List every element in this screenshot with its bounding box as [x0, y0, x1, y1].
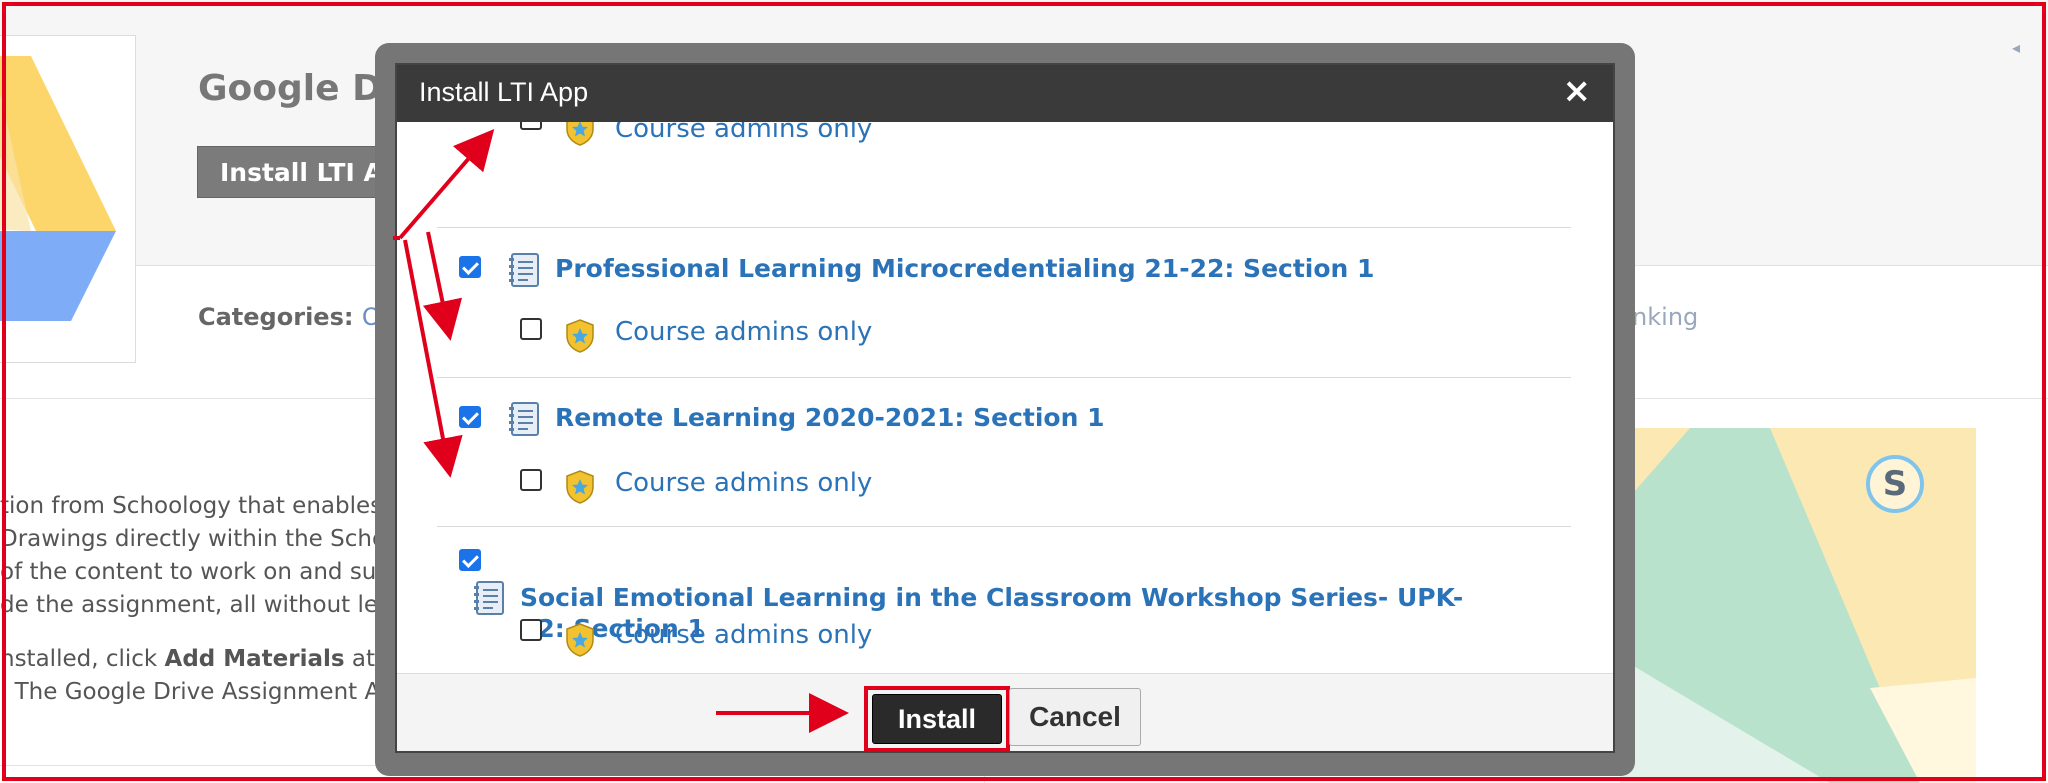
google-drive-logo	[0, 35, 136, 363]
categories-label: Categories:	[198, 303, 354, 331]
install-lti-modal: Install LTI App × Course admins only Pro…	[395, 63, 1615, 753]
admins-only-checkbox[interactable]	[520, 619, 542, 641]
shield-icon	[566, 470, 594, 504]
scroll-left-icon[interactable]: ◂	[2012, 38, 2020, 57]
close-icon[interactable]: ×	[1563, 73, 1592, 109]
course-list[interactable]: Course admins only Professional Learning…	[397, 122, 1613, 673]
course-checkbox[interactable]	[459, 256, 481, 278]
admins-only-checkbox[interactable]	[520, 318, 542, 340]
shield-icon	[566, 319, 594, 353]
shield-icon	[566, 122, 594, 146]
install-button[interactable]: Install	[872, 694, 1002, 744]
course-title-link[interactable]: Professional Learning Microcredentialing…	[555, 254, 1374, 283]
admins-only-label[interactable]: Course admins only	[615, 468, 872, 498]
course-checkbox[interactable]	[459, 549, 481, 571]
cancel-button[interactable]: Cancel	[1009, 688, 1141, 746]
instructions-line: nstalled, click Add Materials at the	[0, 643, 400, 676]
course-title-link[interactable]: Remote Learning 2020-2021: Section 1	[555, 403, 1105, 432]
app-hero-image: S	[1620, 428, 1976, 783]
shield-icon	[566, 623, 594, 657]
instructions-prefix: nstalled, click	[0, 646, 165, 672]
instructions-line-2: . The Google Drive Assignment App	[0, 679, 400, 705]
app-description: tion from Schoology that enables in Draw…	[0, 490, 400, 709]
row-divider	[437, 227, 1571, 228]
description-line: of the content to work on and subr	[0, 559, 400, 585]
course-icon	[509, 253, 539, 287]
divider	[0, 765, 400, 766]
row-divider	[437, 377, 1571, 378]
schoology-badge-icon: S	[1866, 455, 1924, 513]
course-checkbox[interactable]	[459, 406, 481, 428]
description-line: de the assignment, all without leav	[0, 592, 400, 618]
install-button-highlight: Install	[864, 686, 1010, 751]
course-icon	[474, 581, 504, 615]
admins-only-label[interactable]: Course admins only	[615, 122, 872, 144]
instructions-bold: Add Materials	[164, 646, 345, 672]
admins-only-label[interactable]: Course admins only	[615, 317, 872, 347]
admins-only-checkbox[interactable]	[520, 469, 542, 491]
description-line: tion from Schoology that enables in	[0, 493, 400, 519]
admins-only-checkbox[interactable]	[520, 122, 542, 130]
admins-only-label[interactable]: Course admins only	[615, 620, 872, 650]
modal-footer: Install Cancel	[397, 673, 1613, 751]
description-line: Drawings directly within the Schoolo	[0, 526, 400, 552]
modal-header: Install LTI App ×	[397, 65, 1613, 122]
row-divider	[437, 526, 1571, 527]
modal-title: Install LTI App	[419, 77, 589, 107]
course-icon	[509, 402, 539, 436]
